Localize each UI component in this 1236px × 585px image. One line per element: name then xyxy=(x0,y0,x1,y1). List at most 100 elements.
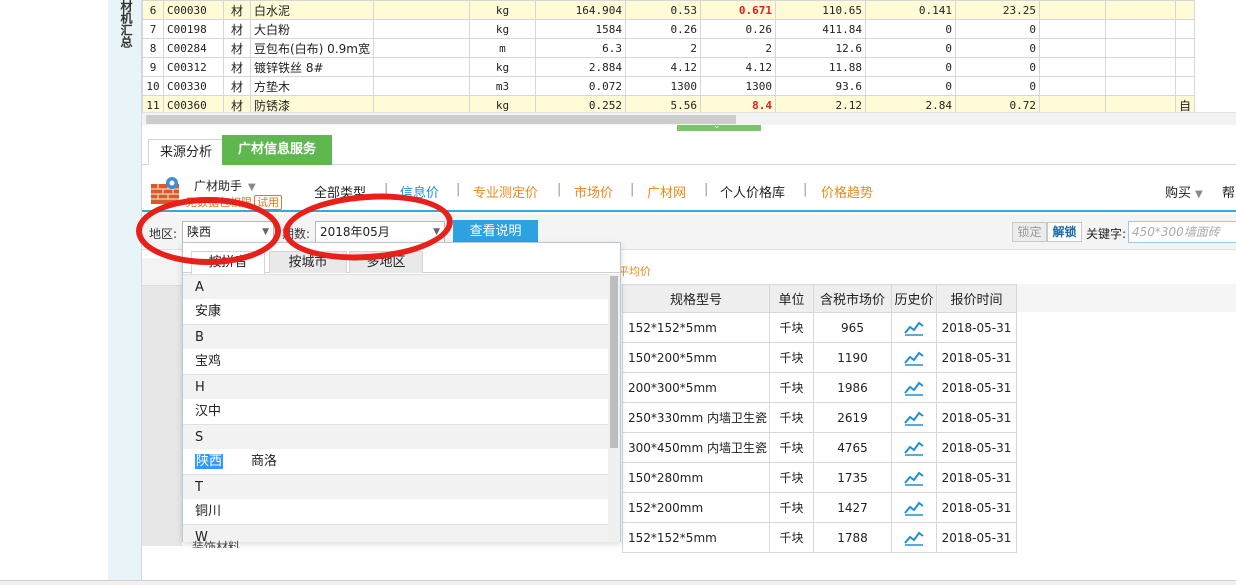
cell-p7[interactable] xyxy=(1104,19,1176,39)
cell-p7[interactable] xyxy=(1104,57,1176,77)
price-row[interactable]: 200*300*5mm 千块 1986 2018-05-31 xyxy=(622,372,1017,403)
trend-chart-icon[interactable] xyxy=(904,530,924,546)
cell-p3[interactable]: 110.65 xyxy=(774,0,866,20)
nav-personal-library[interactable]: 个人价格库 xyxy=(720,182,785,201)
cell-p3[interactable]: 11.88 xyxy=(774,57,866,77)
cell-name[interactable]: 镀锌铁丝 8# xyxy=(250,57,374,77)
price-row[interactable]: 150*200*5mm 千块 1190 2018-05-31 xyxy=(622,342,1017,373)
collapse-arrow-icon[interactable]: ⌄ xyxy=(713,121,721,131)
price-row[interactable]: 300*450mm 内墙卫生瓷 千块 4765 2018-05-31 xyxy=(622,432,1017,463)
cell-p1[interactable]: 0.26 xyxy=(624,19,701,39)
cell-p2[interactable]: 2 xyxy=(699,38,776,58)
cell-p6[interactable] xyxy=(1038,0,1106,20)
trial-button[interactable]: 试用 xyxy=(254,195,282,210)
price-row[interactable]: 152*152*5mm 千块 1788 2018-05-31 xyxy=(622,522,1017,553)
cell-p4[interactable]: 0.141 xyxy=(864,0,956,20)
cell-type[interactable]: 材 xyxy=(223,57,251,77)
cell-p1[interactable]: 4.12 xyxy=(624,57,701,77)
cell-p2[interactable]: 0.26 xyxy=(699,19,776,39)
cell-spec[interactable] xyxy=(372,38,470,58)
tab-by-city[interactable]: 按城市 xyxy=(269,251,347,273)
cell-name[interactable]: 大白粉 xyxy=(250,19,374,39)
cell-p4[interactable]: 0 xyxy=(864,57,956,77)
region-select[interactable]: 陕西 ▼ xyxy=(182,221,274,243)
pane-splitter[interactable]: ⌄ xyxy=(677,121,761,131)
price-row[interactable]: 152*200mm 千块 1427 2018-05-31 xyxy=(622,492,1017,523)
cell-p7[interactable] xyxy=(1104,0,1176,20)
price-row[interactable]: 152*152*5mm 千块 965 2018-05-31 xyxy=(622,312,1017,343)
trend-chart-icon[interactable] xyxy=(904,500,924,516)
price-row[interactable]: 250*330mm 内墙卫生瓷 千块 2619 2018-05-31 xyxy=(622,402,1017,433)
city-option[interactable]: 商洛 xyxy=(251,454,277,469)
tab-source-analysis[interactable]: 来源分析 xyxy=(148,139,224,165)
tab-by-pinyin[interactable]: 按拼音 xyxy=(191,251,265,274)
cell-qty[interactable]: 1584 xyxy=(534,19,626,39)
nav-info-price[interactable]: 信息价 xyxy=(400,182,439,201)
cell-no[interactable]: 7 xyxy=(142,19,164,39)
cell-p4[interactable]: 0 xyxy=(864,19,956,39)
nav-professional-price[interactable]: 专业测定价 xyxy=(473,182,538,201)
cell-spec[interactable] xyxy=(372,76,470,96)
col-spec[interactable]: 规格型号 xyxy=(622,284,770,313)
city-option[interactable]: 陕西 xyxy=(195,454,224,469)
city-option[interactable]: 汉中 xyxy=(195,404,221,419)
col-price[interactable]: 含税市场价 xyxy=(813,284,892,313)
cell-type[interactable]: 材 xyxy=(223,38,251,58)
cell-extra[interactable] xyxy=(1174,0,1195,20)
help-menu[interactable]: 帮 xyxy=(1222,182,1235,201)
cell-no[interactable]: 10 xyxy=(142,76,164,96)
trend-chart-icon[interactable] xyxy=(904,440,924,456)
cell-unit[interactable]: kg xyxy=(468,19,536,39)
city-option[interactable]: 安康 xyxy=(195,304,221,319)
cell-type[interactable]: 材 xyxy=(223,76,251,96)
material-row[interactable]: 6 C00030 材白水泥 kg 164.904 0.53 0.671 110.65 0.141… xyxy=(142,0,1195,20)
cell-p1[interactable]: 0.53 xyxy=(624,0,701,20)
cell-p7[interactable] xyxy=(1104,38,1176,58)
cell-spec[interactable] xyxy=(372,0,470,20)
cell-p1[interactable]: 1300 xyxy=(624,76,701,96)
cell-spec[interactable] xyxy=(372,19,470,39)
cell-p4[interactable]: 0 xyxy=(864,76,956,96)
cell-name[interactable]: 方垫木 xyxy=(250,76,374,96)
material-row[interactable]: 7 C00198 材大白粉 kg 1584 0.26 0.26 411.84 0 0 xyxy=(142,19,1195,39)
cell-p5[interactable]: 0 xyxy=(954,38,1040,58)
average-price-hint[interactable]: 平均价 xyxy=(618,263,651,279)
material-row[interactable]: 9 C00312 材镀锌铁丝 8# kg 2.884 4.12 4.12 11.88 0 0 xyxy=(142,57,1195,77)
cell-code[interactable]: C00030 xyxy=(163,0,224,20)
city-option[interactable]: 宝鸡 xyxy=(195,354,221,369)
cell-name[interactable]: 白水泥 xyxy=(250,0,374,20)
cell-qty[interactable]: 2.884 xyxy=(534,57,626,77)
scrollbar-thumb[interactable] xyxy=(146,115,736,124)
cell-p5[interactable]: 0 xyxy=(954,76,1040,96)
cell-qty[interactable]: 0.072 xyxy=(534,76,626,96)
cell-p3[interactable]: 93.6 xyxy=(774,76,866,96)
scrollbar-thumb[interactable] xyxy=(610,276,618,448)
cell-no[interactable]: 8 xyxy=(142,38,164,58)
cell-code[interactable]: C00330 xyxy=(163,76,224,96)
cell-no[interactable]: 9 xyxy=(142,57,164,77)
cell-p5[interactable]: 0 xyxy=(954,57,1040,77)
col-history[interactable]: 历史价 xyxy=(891,284,937,313)
trend-chart-icon[interactable] xyxy=(904,410,924,426)
nav-price-trend[interactable]: 价格趋势 xyxy=(821,182,873,201)
cell-name[interactable]: 豆包布(白布) 0.9m宽 xyxy=(250,38,374,58)
trend-chart-icon[interactable] xyxy=(904,320,924,336)
cell-p4[interactable]: 0 xyxy=(864,38,956,58)
material-row[interactable]: 10 C00330 材方垫木 m3 0.072 1300 1300 93.6 0 0 xyxy=(142,76,1195,96)
cell-p5[interactable]: 0 xyxy=(954,19,1040,39)
cell-p6[interactable] xyxy=(1038,76,1106,96)
cell-p1[interactable]: 2 xyxy=(624,38,701,58)
trend-chart-icon[interactable] xyxy=(904,380,924,396)
cell-code[interactable]: C00198 xyxy=(163,19,224,39)
cell-spec[interactable] xyxy=(372,57,470,77)
nav-market-price[interactable]: 市场价 xyxy=(574,182,613,201)
tab-info-service[interactable]: 广材信息服务 xyxy=(222,135,332,165)
cell-p6[interactable] xyxy=(1038,19,1106,39)
period-select[interactable]: 2018年05月 ▼ xyxy=(315,221,445,243)
cell-qty[interactable]: 6.3 xyxy=(534,38,626,58)
cell-extra[interactable] xyxy=(1174,38,1195,58)
tab-multi-region[interactable]: 多地区 xyxy=(349,251,423,273)
col-date[interactable]: 报价时间 xyxy=(936,284,1017,313)
buy-menu[interactable]: 购买 ▼ xyxy=(1165,182,1203,201)
cell-no[interactable]: 6 xyxy=(142,0,164,20)
